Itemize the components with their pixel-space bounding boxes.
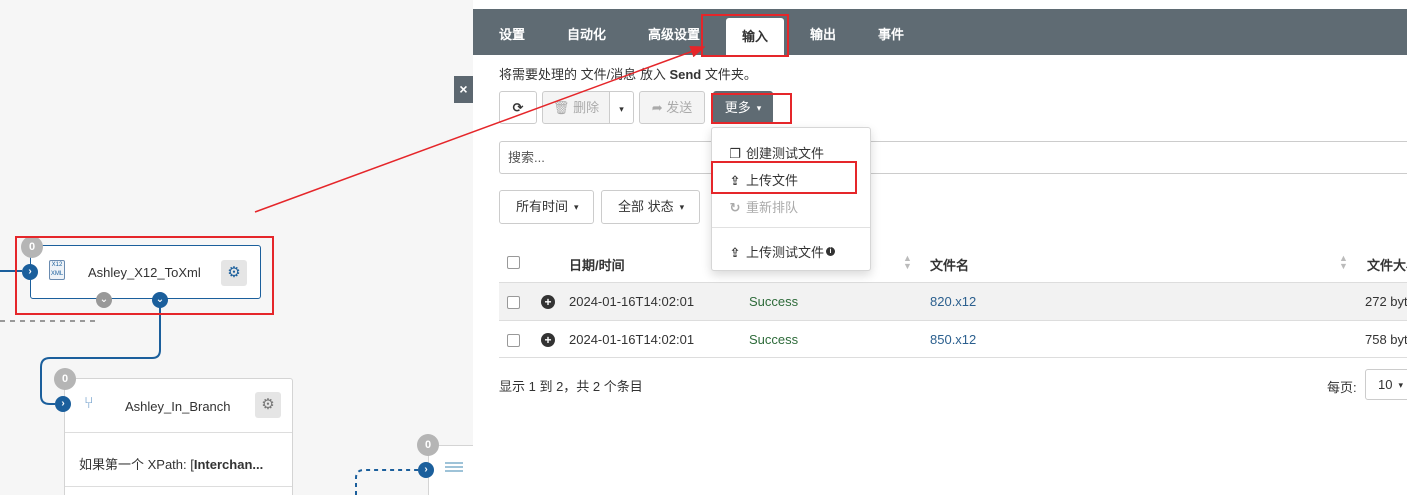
chevron-down-icon[interactable]: ⌄ (96, 292, 112, 308)
expand-icon[interactable]: + (541, 333, 555, 347)
node-count-badge: 0 (21, 236, 43, 258)
header-filename[interactable]: 文件名 (930, 255, 969, 274)
flow-node-x12-toxml[interactable]: X12 XML Ashley_X12_ToXml ⚙ (30, 245, 261, 299)
menu-item-upload-file[interactable]: ⇪ 上传文件 (728, 170, 798, 189)
requeue-icon: ↻ (729, 200, 741, 215)
caret-down-icon: ▾ (574, 202, 579, 212)
table-row[interactable]: + 2024-01-16T14:02:01 Success 820.x12 27… (499, 282, 1407, 320)
per-page-select[interactable]: 10 ▾ (1365, 369, 1407, 400)
header-filesize[interactable]: 文件大小 (1367, 255, 1407, 274)
row-datetime: 2024-01-16T14:02:01 (569, 294, 695, 309)
row-checkbox[interactable] (507, 334, 520, 347)
tab-input[interactable]: 输入 (726, 18, 785, 55)
menu-item-create-test-file[interactable]: ❐ 创建测试文件 (728, 143, 824, 162)
branch-condition: 如果第一个 XPath: [Interchan... (79, 457, 264, 472)
tab-output[interactable]: 输出 (794, 9, 852, 55)
node-count-badge: 0 (54, 368, 76, 390)
row-checkbox[interactable] (507, 296, 520, 309)
search-input[interactable] (499, 141, 1407, 174)
copy-icon: ❐ (729, 146, 741, 161)
flow-node-in-branch[interactable]: ⑂ Ashley_In_Branch ⚙ 如果第一个 XPath: [Inter… (64, 378, 293, 495)
share-icon: ➦ (651, 100, 663, 115)
node-title: Ashley_In_Branch (125, 399, 231, 414)
sort-icon[interactable]: ▲ ▼ (1339, 254, 1348, 271)
upload-icon: ⇪ (729, 245, 741, 260)
info-icon[interactable]: i (826, 247, 836, 256)
row-filesize: 272 bytes (1365, 294, 1407, 309)
input-port-icon[interactable]: › (418, 462, 434, 478)
status-filter-dropdown[interactable]: 全部 状态 ▾ (601, 190, 700, 224)
row-status: Success (749, 294, 799, 309)
gear-icon[interactable]: ⚙ (255, 392, 281, 418)
refresh-icon: ⟳ (512, 100, 524, 115)
delete-button[interactable]: 🗑 删除 (542, 91, 610, 124)
row-datetime: 2024-01-16T14:02:01 (569, 332, 695, 347)
node-count-badge: 0 (417, 434, 439, 456)
caret-down-icon: ▾ (756, 103, 762, 113)
refresh-button[interactable]: ⟳ (499, 91, 537, 124)
trash-icon: 🗑 (552, 100, 570, 115)
menu-item-requeue[interactable]: ↻ 重新排队 (728, 197, 798, 216)
x12-file-icon: X12 XML (49, 260, 65, 280)
flow-canvas: X12 XML Ashley_X12_ToXml ⚙ 0 › ⌄ ⌄ ⑂ Ashl… (0, 0, 473, 495)
input-hint: 将需要处理的 文件/消息 放入 Send 文件夹。 (499, 67, 757, 82)
caret-down-icon: ▾ (679, 202, 685, 212)
row-status: Success (749, 332, 799, 347)
more-dropdown-menu: ❐ 创建测试文件 ⇪ 上传文件 ↻ 重新排队 ⇪ 上传测试文件 i (711, 127, 871, 271)
input-port-icon[interactable]: › (55, 396, 71, 412)
menu-item-upload-test-file[interactable]: ⇪ 上传测试文件 i (728, 242, 836, 261)
gear-icon[interactable]: ⚙ (221, 260, 247, 286)
caret-down-icon: ▾ (619, 104, 624, 114)
row-filename[interactable]: 820.x12 (930, 294, 976, 309)
pagination-info: 显示 1 到 2，共 2 个条目 (499, 379, 643, 394)
close-panel-button[interactable]: × (454, 76, 473, 103)
select-all-checkbox[interactable] (507, 256, 520, 269)
tab-automation[interactable]: 自动化 (551, 9, 622, 55)
input-port-icon[interactable]: › (22, 264, 38, 280)
chevron-down-icon[interactable]: ⌄ (152, 292, 168, 308)
row-filesize: 758 bytes (1365, 332, 1407, 347)
per-page-label: 每页: (1327, 380, 1357, 395)
send-button[interactable]: ➦ 发送 (639, 91, 705, 124)
more-button[interactable]: 更多 ▾ (713, 91, 773, 124)
tab-advanced[interactable]: 高级设置 (632, 9, 716, 55)
menu-divider (712, 227, 870, 228)
table-row[interactable]: + 2024-01-16T14:02:01 Success 850.x12 75… (499, 320, 1407, 358)
sort-icon[interactable]: ▲ ▼ (903, 254, 912, 271)
expand-icon[interactable]: + (541, 295, 555, 309)
delete-dropdown-toggle[interactable]: ▾ (609, 91, 634, 124)
caret-down-icon: ▾ (1398, 380, 1403, 390)
tab-bar: 设置 自动化 高级设置 输入 输出 事件 (473, 9, 1407, 55)
tab-events[interactable]: 事件 (862, 9, 920, 55)
node-title: Ashley_X12_ToXml (88, 265, 201, 280)
header-datetime[interactable]: 日期/时间 (569, 255, 625, 274)
time-filter-dropdown[interactable]: 所有时间 ▾ (499, 190, 594, 224)
branch-icon: ⑂ (84, 395, 94, 412)
file-icon (445, 462, 463, 474)
tab-settings[interactable]: 设置 (483, 9, 541, 55)
settings-panel: 设置 自动化 高级设置 输入 输出 事件 将需要处理的 文件/消息 放入 Sen… (473, 0, 1407, 495)
row-filename[interactable]: 850.x12 (930, 332, 976, 347)
upload-icon: ⇪ (729, 173, 741, 188)
